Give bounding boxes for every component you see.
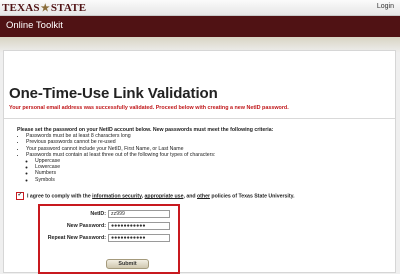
content-card: One-Time-Use Link Validation Your person…: [3, 50, 396, 274]
submit-button[interactable]: Submit: [106, 259, 149, 269]
logo-text-left: TEXAS: [2, 2, 40, 14]
banner-title: Online Toolkit: [6, 20, 63, 31]
char-type-list: Uppercase Lowercase Numbers Symbols: [26, 158, 273, 183]
divider: [4, 118, 395, 119]
appropriate-use-link[interactable]: appropriate use: [145, 193, 184, 199]
page-title: One-Time-Use Link Validation: [9, 85, 218, 102]
password-criteria: Please set the password on your NetID ac…: [17, 127, 273, 183]
netid-input[interactable]: zz999: [108, 210, 170, 218]
texas-state-logo[interactable]: TEXAS★STATE: [2, 2, 86, 14]
other-policies-link[interactable]: other: [197, 193, 210, 199]
top-bar: TEXAS★STATE Login: [0, 0, 400, 16]
agree-text-end: policies of Texas State University.: [209, 193, 295, 200]
netid-label: NetID:: [90, 211, 106, 217]
agree-checkbox[interactable]: ✓: [16, 192, 24, 200]
star-icon: ★: [40, 3, 50, 14]
new-password-label: New Password:: [66, 223, 106, 229]
agree-separator: , and: [183, 193, 197, 200]
success-message: Your personal email address was successf…: [9, 105, 289, 111]
repeat-password-input[interactable]: ●●●●●●●●●●●: [108, 234, 170, 242]
char-type-item: Symbols: [35, 177, 273, 183]
repeat-password-label: Repeat New Password:: [47, 235, 106, 241]
repeat-password-row: Repeat New Password: ●●●●●●●●●●●: [40, 234, 178, 243]
netid-row: NetID: zz999: [40, 210, 178, 219]
checkmark-icon: ✓: [17, 192, 23, 198]
agree-row: ✓ I agree to comply with the information …: [16, 192, 295, 200]
password-form: NetID: zz999 New Password: ●●●●●●●●●●● R…: [38, 204, 180, 274]
agree-text: I agree to comply with the: [27, 193, 93, 200]
toolkit-banner: Online Toolkit: [0, 16, 400, 37]
login-link[interactable]: Login: [377, 3, 394, 10]
criteria-item: Passwords must contain at least three ou…: [26, 152, 273, 183]
criteria-item-text: Passwords must contain at least three ou…: [26, 151, 216, 158]
logo-text-right: STATE: [50, 2, 87, 14]
information-security-link[interactable]: information security: [92, 193, 141, 199]
new-password-row: New Password: ●●●●●●●●●●●: [40, 222, 178, 231]
new-password-input[interactable]: ●●●●●●●●●●●: [108, 222, 170, 230]
criteria-list: Passwords must be at least 8 characters …: [17, 133, 273, 183]
